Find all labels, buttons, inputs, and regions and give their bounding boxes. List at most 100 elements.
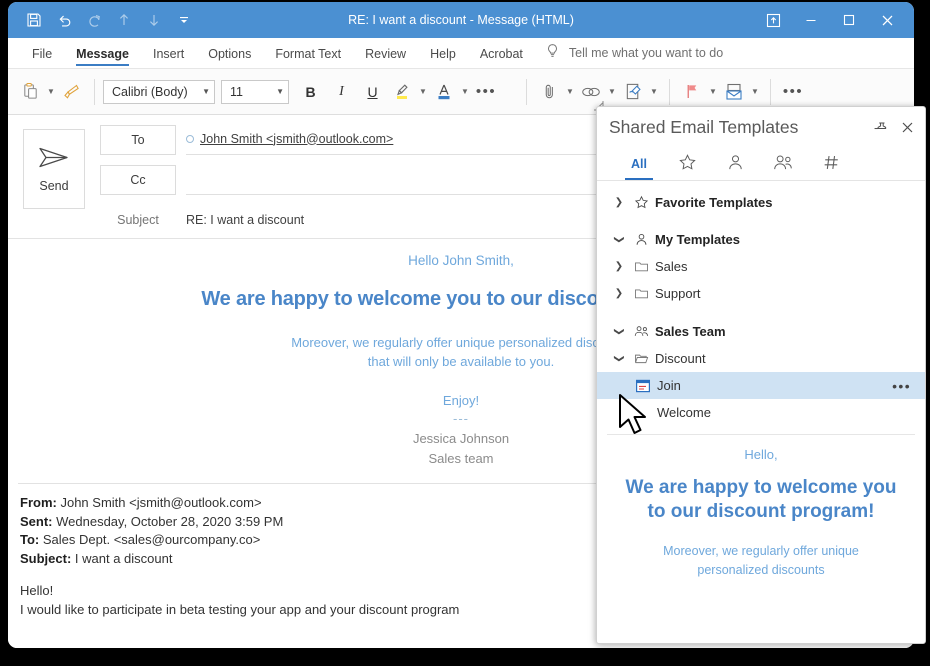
spacer bbox=[597, 307, 925, 318]
minimize-button[interactable] bbox=[792, 5, 830, 35]
divider bbox=[94, 79, 95, 105]
signature-chevron-down-icon[interactable]: ▼ bbox=[647, 77, 661, 107]
italic-button[interactable]: I bbox=[326, 77, 357, 107]
link-chevron-down-icon[interactable]: ▼ bbox=[605, 77, 619, 107]
close-icon[interactable] bbox=[900, 120, 915, 135]
preview-paragraph: Moreover, we regularly offer unique pers… bbox=[623, 542, 899, 580]
tab-all[interactable]: All bbox=[615, 148, 663, 180]
tab-favorites[interactable] bbox=[663, 148, 711, 180]
tree-item-sales-team[interactable]: ❮ Sales Team bbox=[597, 318, 925, 345]
template-context-menu-button[interactable]: ••• bbox=[892, 378, 925, 394]
tab-format-text[interactable]: Format Text bbox=[263, 47, 353, 68]
tree-item-discount[interactable]: ❮ Discount bbox=[597, 345, 925, 372]
people-icon bbox=[772, 153, 794, 175]
person-icon bbox=[629, 232, 653, 247]
tab-file[interactable]: File bbox=[20, 47, 64, 68]
subject-label: Subject bbox=[100, 213, 176, 227]
presence-indicator-icon bbox=[186, 135, 194, 143]
quoted-from-value: John Smith <jsmith@outlook.com> bbox=[60, 495, 261, 510]
pin-icon[interactable] bbox=[873, 120, 890, 135]
tree-item-my-templates[interactable]: ❮ My Templates bbox=[597, 226, 925, 253]
tab-my-templates[interactable] bbox=[711, 148, 759, 180]
chevron-down-icon[interactable]: ❮ bbox=[614, 230, 625, 250]
quoted-to-label: To: bbox=[20, 532, 39, 547]
tab-review[interactable]: Review bbox=[353, 47, 418, 68]
options-chevron-down-icon[interactable]: ▼ bbox=[748, 77, 762, 107]
template-icon bbox=[631, 378, 655, 394]
paste-chevron-down-icon[interactable]: ▼ bbox=[44, 77, 58, 107]
tree-item-support[interactable]: ❯ Support bbox=[597, 280, 925, 307]
tree-item-favorite-templates[interactable]: ❯ Favorite Templates bbox=[597, 189, 925, 216]
chevron-down-icon[interactable]: ❮ bbox=[614, 349, 625, 369]
quick-access-toolbar bbox=[8, 6, 198, 34]
send-button-label: Send bbox=[39, 179, 68, 193]
bold-button[interactable]: B bbox=[295, 77, 326, 107]
signature-icon[interactable] bbox=[619, 77, 647, 107]
redo-icon[interactable] bbox=[80, 6, 108, 34]
tab-message[interactable]: Message bbox=[64, 47, 141, 68]
tree-item-label: My Templates bbox=[653, 232, 740, 247]
to-value: John Smith <jsmith@outlook.com> bbox=[200, 132, 393, 146]
font-group: Calibri (Body) ▼ 11 ▼ B I U ▼ ▼ ••• bbox=[103, 69, 500, 114]
subject-input[interactable]: RE: I want a discount bbox=[186, 213, 304, 227]
customize-quick-access-toolbar-icon[interactable] bbox=[170, 6, 198, 34]
chevron-right-icon[interactable]: ❯ bbox=[609, 197, 629, 208]
pane-header-buttons bbox=[873, 120, 915, 135]
highlight-chevron-down-icon[interactable]: ▼ bbox=[416, 77, 430, 107]
tree-item-label: Welcome bbox=[655, 405, 711, 420]
tree-item-sales[interactable]: ❯ Sales bbox=[597, 253, 925, 280]
templates-tree: ❯ Favorite Templates ❮ My Templates ❯ Sa… bbox=[597, 181, 925, 435]
paste-icon[interactable] bbox=[16, 77, 44, 107]
font-size-value: 11 bbox=[230, 85, 243, 99]
pane-tabs: All bbox=[597, 142, 925, 181]
tell-me-search[interactable]: Tell me what you want to do bbox=[545, 43, 723, 68]
tree-item-join[interactable]: Join ••• bbox=[597, 372, 925, 399]
tree-item-label: Favorite Templates bbox=[653, 195, 773, 210]
tab-team-templates[interactable] bbox=[759, 148, 807, 180]
font-size-combobox[interactable]: 11 ▼ bbox=[221, 80, 289, 104]
next-item-icon[interactable] bbox=[140, 6, 168, 34]
lightbulb-icon bbox=[545, 43, 560, 62]
font-name-combobox[interactable]: Calibri (Body) ▼ bbox=[103, 80, 215, 104]
tab-options[interactable]: Options bbox=[196, 47, 263, 68]
text-highlight-color-icon[interactable] bbox=[388, 77, 416, 107]
cc-button[interactable]: Cc bbox=[100, 165, 176, 195]
chevron-right-icon[interactable]: ❯ bbox=[609, 261, 629, 272]
chevron-down-icon[interactable]: ❮ bbox=[614, 322, 625, 342]
tab-help[interactable]: Help bbox=[418, 47, 468, 68]
message-options-icon[interactable] bbox=[720, 77, 748, 107]
tree-item-welcome[interactable]: Welcome bbox=[597, 399, 925, 426]
format-painter-icon[interactable] bbox=[58, 77, 86, 107]
send-button[interactable]: Send bbox=[23, 129, 85, 209]
font-color-icon[interactable] bbox=[430, 77, 458, 107]
ribbon-overflow-button[interactable]: ••• bbox=[779, 77, 807, 107]
team-icon bbox=[629, 324, 653, 339]
folder-icon bbox=[629, 259, 653, 274]
flag-chevron-down-icon[interactable]: ▼ bbox=[706, 77, 720, 107]
to-button[interactable]: To bbox=[100, 125, 176, 155]
quoted-sent-label: Sent: bbox=[20, 514, 53, 529]
chevron-down-icon: ▼ bbox=[192, 87, 210, 96]
quoted-subject-value: I want a discount bbox=[75, 551, 173, 566]
send-icon bbox=[36, 145, 72, 173]
save-icon[interactable] bbox=[20, 6, 48, 34]
font-group-more-button[interactable]: ••• bbox=[472, 77, 500, 107]
tab-insert[interactable]: Insert bbox=[141, 47, 196, 68]
font-name-value: Calibri (Body) bbox=[112, 85, 188, 99]
attach-chevron-down-icon[interactable]: ▼ bbox=[563, 77, 577, 107]
underline-button[interactable]: U bbox=[357, 77, 388, 107]
close-button[interactable] bbox=[868, 5, 906, 35]
tab-acrobat[interactable]: Acrobat bbox=[468, 47, 535, 68]
attach-file-icon[interactable] bbox=[535, 77, 563, 107]
previous-item-icon[interactable] bbox=[110, 6, 138, 34]
undo-icon[interactable] bbox=[50, 6, 78, 34]
tell-me-label: Tell me what you want to do bbox=[569, 46, 723, 60]
chevron-right-icon[interactable]: ❯ bbox=[609, 288, 629, 299]
preview-paragraph-line-2: personalized discounts bbox=[623, 561, 899, 580]
font-color-chevron-down-icon[interactable]: ▼ bbox=[458, 77, 472, 107]
ribbon-display-options-button[interactable] bbox=[754, 5, 792, 35]
tree-item-label: Join bbox=[655, 378, 681, 393]
follow-up-flag-icon[interactable] bbox=[678, 77, 706, 107]
maximize-button[interactable] bbox=[830, 5, 868, 35]
tab-hashtags[interactable] bbox=[807, 148, 855, 180]
